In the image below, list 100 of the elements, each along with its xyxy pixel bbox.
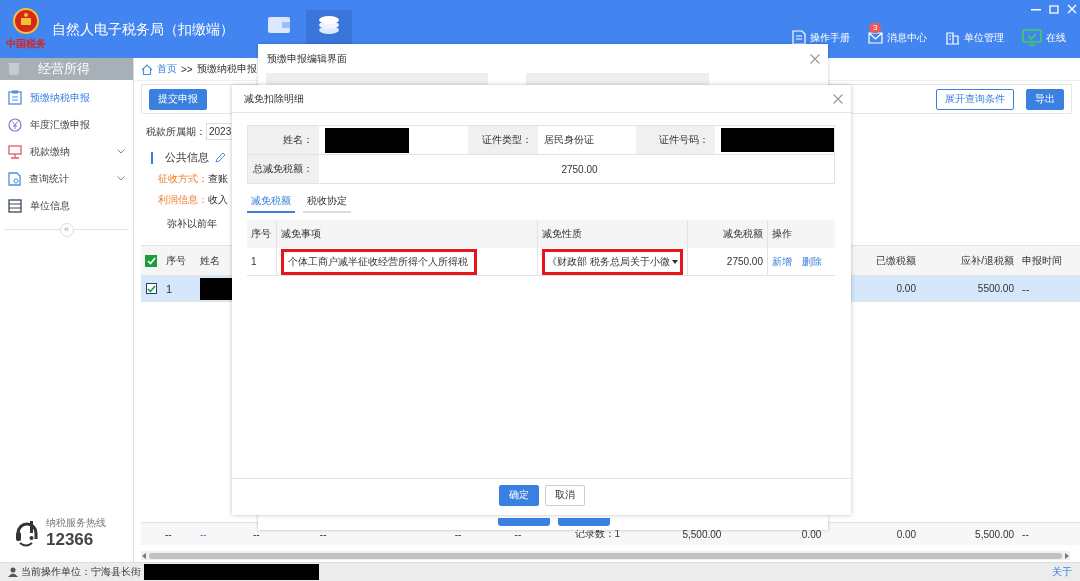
- toolbar-link[interactable]: 在线: [1046, 30, 1066, 45]
- hotline-number: 12366: [46, 530, 95, 550]
- sidebar-title: 经营所得: [38, 60, 90, 78]
- submit-button[interactable]: 提交申报: [149, 88, 207, 110]
- cancel-button[interactable]: 取消: [544, 484, 585, 506]
- column-header: 序号: [165, 253, 187, 268]
- action-link[interactable]: 新增: [772, 254, 792, 269]
- field-value: 居民身份证: [543, 133, 596, 147]
- tab[interactable]: 减免税额: [247, 192, 295, 213]
- user-icon: [8, 567, 18, 577]
- breadcrumb-link[interactable]: 首页: [157, 62, 177, 76]
- row-checkbox[interactable]: [145, 283, 157, 294]
- table-link[interactable]: --: [195, 528, 249, 540]
- dialog-title: 预缴申报编辑界面: [267, 51, 347, 66]
- column-header: 姓名: [199, 253, 221, 268]
- table-cell-text: 5500.00: [976, 283, 1015, 294]
- chevron-down-icon: [117, 149, 125, 154]
- column-header: 减免性质: [538, 220, 688, 248]
- document-icon: [8, 171, 21, 186]
- tab[interactable]: 税收协定: [303, 192, 351, 213]
- confirm-button[interactable]: 确定: [498, 484, 539, 506]
- table-cell-text: 1: [165, 282, 174, 295]
- field-label: 证件类型：: [467, 126, 539, 154]
- close-icon[interactable]: [833, 93, 843, 104]
- field-label: 税款所属期：: [146, 124, 206, 139]
- sidebar-item[interactable]: 预缴纳税申报: [0, 84, 133, 111]
- field-label: 征收方式：: [158, 172, 208, 186]
- select-all-checkbox[interactable]: [145, 254, 157, 267]
- field-value: 收入: [208, 193, 228, 207]
- yen-icon: [8, 117, 22, 132]
- hotline-label: 纳税服务热线: [46, 516, 106, 530]
- edit-icon[interactable]: [215, 152, 226, 163]
- table-cell-text: --: [1021, 282, 1031, 295]
- summary-cell-text: 5,500.00: [974, 528, 1016, 540]
- coins-icon: [317, 14, 341, 36]
- section-text: 弥补以前年: [167, 218, 217, 229]
- close-icon[interactable]: [810, 53, 820, 64]
- monitor-check-icon: [1022, 29, 1042, 46]
- horizontal-scrollbar[interactable]: [141, 551, 1070, 560]
- emblem-icon: [10, 7, 42, 36]
- action-link[interactable]: 删除: [802, 254, 822, 269]
- chevron-down-icon: [117, 176, 125, 181]
- field-label: 利润信息：: [158, 193, 208, 207]
- column-header: 减免事项: [277, 220, 538, 248]
- field-label: 姓名：: [248, 126, 319, 154]
- summary-cell-text: --: [251, 528, 261, 540]
- scrollbar-thumb[interactable]: [149, 552, 1062, 559]
- bin-icon: [8, 62, 20, 76]
- sidebar-item[interactable]: 单位信息: [0, 192, 133, 219]
- summary-cell-text: --: [163, 528, 173, 540]
- column-header: 申报时间: [1021, 253, 1063, 268]
- monitor-icon: [8, 144, 22, 159]
- field-label: 证件号码：: [636, 126, 715, 154]
- home-icon: [141, 63, 153, 75]
- notification-badge: 3: [869, 22, 882, 33]
- logo-text: 中国税务: [6, 36, 46, 51]
- scroll-left-icon[interactable]: [141, 552, 147, 559]
- collapse-button[interactable]: «: [59, 223, 74, 237]
- table-cell-text: 0.00: [895, 283, 917, 294]
- toolbar-link[interactable]: 单位管理: [964, 30, 1004, 45]
- table-cell: 1: [247, 248, 277, 275]
- dialog-title: 减免扣除明细: [244, 91, 304, 106]
- field-value: 2750.00: [560, 162, 599, 177]
- caret-icon: [671, 259, 678, 264]
- column-header: 应补/退税额: [960, 253, 1015, 268]
- toolbar-link[interactable]: 消息中心: [887, 30, 927, 45]
- about-link[interactable]: 关于: [1052, 565, 1072, 579]
- action-button[interactable]: 展开查询条件: [936, 88, 1014, 110]
- list-icon: [8, 198, 22, 213]
- action-button[interactable]: 导出: [1026, 88, 1064, 110]
- envelope-icon: [868, 31, 883, 44]
- breadcrumb-separator: >>: [181, 63, 193, 75]
- column-header: 减免税额: [688, 220, 768, 248]
- breadcrumb-current: 预缴纳税申报: [196, 62, 257, 76]
- field-value: 查账: [208, 172, 228, 186]
- restore-icon[interactable]: [1048, 3, 1060, 15]
- summary-cell-text: --: [1021, 528, 1030, 540]
- clipboard-icon: [8, 90, 22, 105]
- toolbar-link[interactable]: 操作手册: [810, 30, 850, 45]
- summary-cell-text: --: [513, 528, 523, 540]
- input-field[interactable]: 个体工商户减半征收经营所得个人所得税: [281, 248, 477, 275]
- column-header: 操作: [771, 227, 793, 241]
- table-cell: 2750.00: [688, 248, 768, 275]
- summary-cell-text: 5,500.00: [681, 528, 723, 540]
- summary-cell-text: 0.00: [895, 528, 918, 540]
- dropdown-field[interactable]: 《财政部 税务总局关于小微: [542, 248, 683, 275]
- column-header: 序号: [247, 220, 277, 248]
- section-title: 公共信息: [165, 150, 209, 165]
- scroll-right-icon[interactable]: [1064, 552, 1070, 559]
- summary-cell-text: 0.00: [800, 528, 823, 540]
- summary-cell-text: --: [453, 528, 463, 540]
- summary-cell-text: --: [318, 528, 328, 540]
- wallet-icon: [267, 14, 291, 34]
- current-unit-text: 当前操作单位：宁海县长街: [21, 565, 141, 579]
- sidebar-item[interactable]: 税款缴纳: [0, 138, 133, 165]
- building-icon: [945, 30, 960, 45]
- field-label: 总减免税额：: [248, 155, 319, 183]
- sidebar-item[interactable]: 年度汇缴申报: [0, 111, 133, 138]
- sidebar-item[interactable]: 查询统计: [0, 165, 133, 192]
- app-title: 自然人电子税务局（扣缴端）: [52, 20, 234, 38]
